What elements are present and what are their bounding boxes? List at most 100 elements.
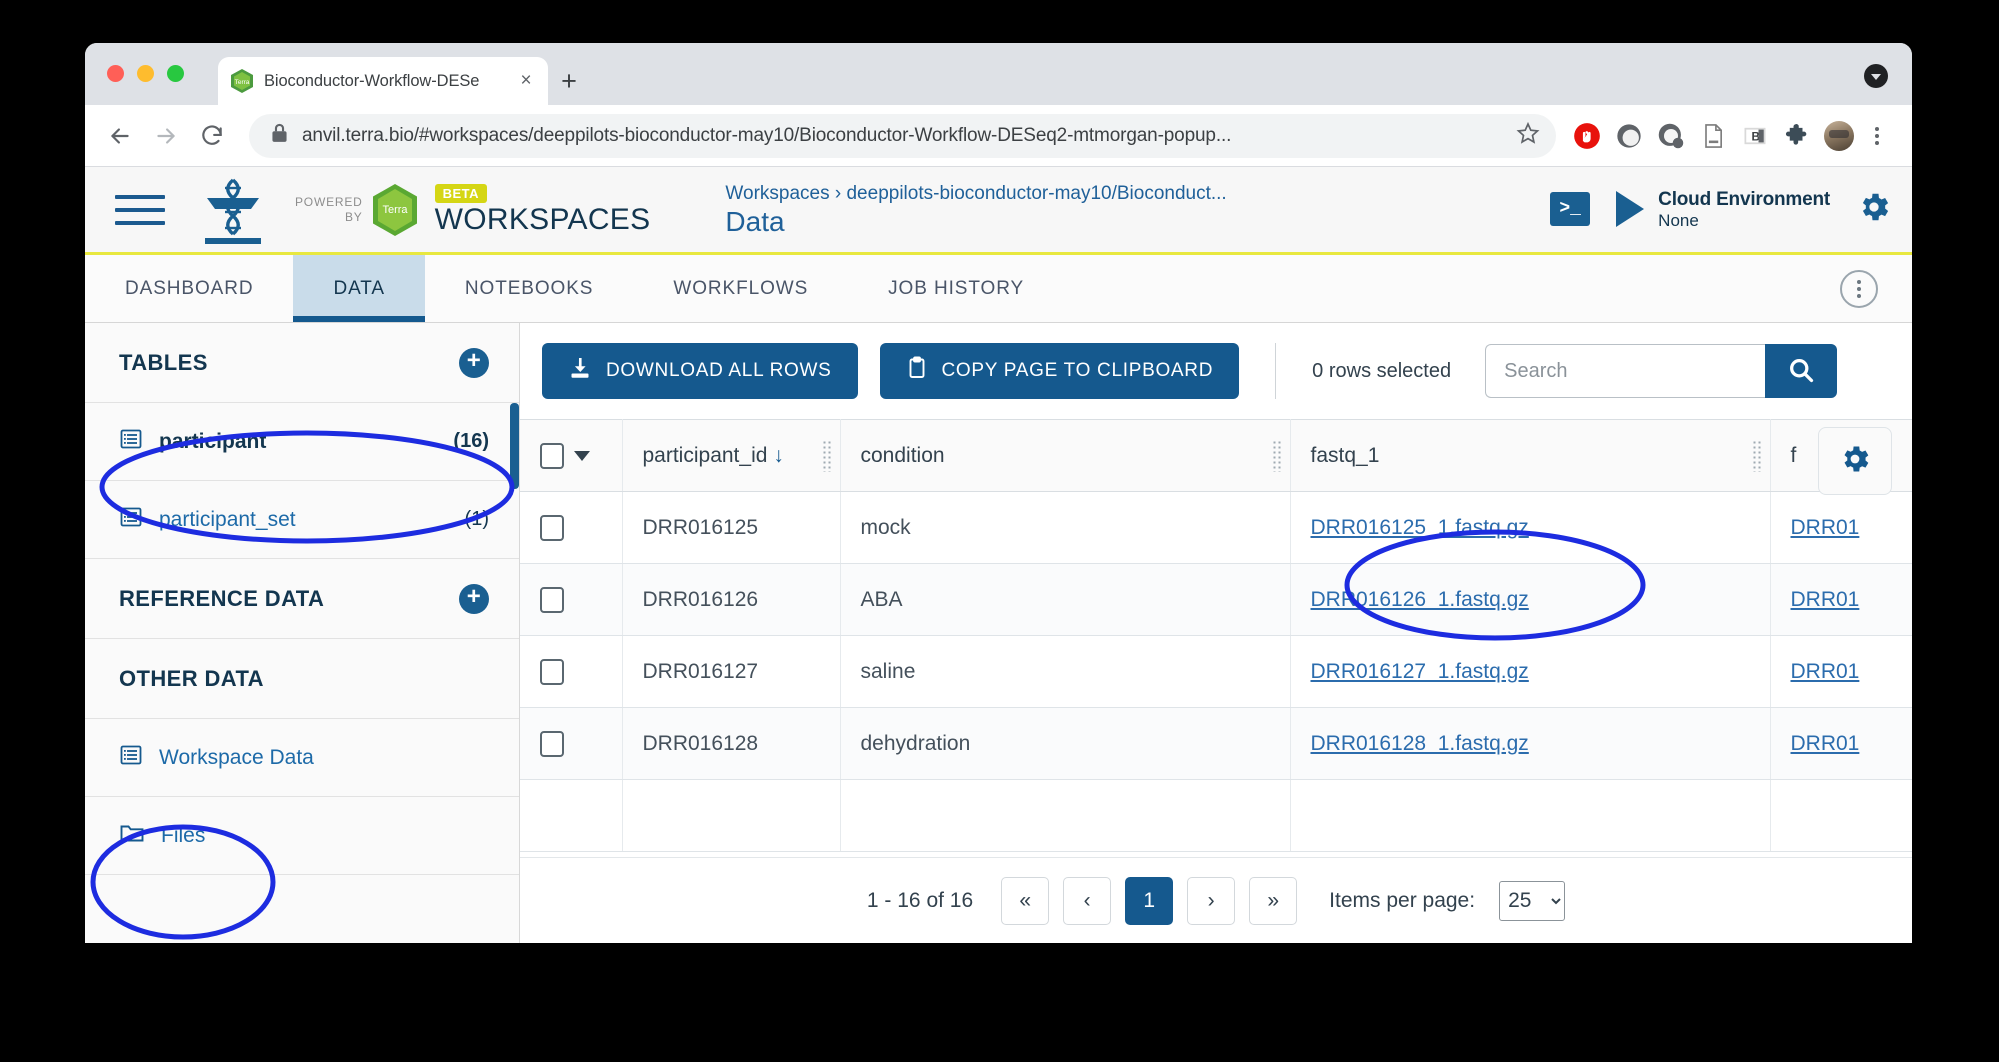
search-input[interactable] [1485,344,1766,398]
column-header-fastq-1[interactable]: fastq_1 [1290,419,1771,492]
sort-desc-icon[interactable]: ↓ [773,444,784,467]
anvil-terra-brand[interactable]: POWERED BY Terra [185,174,419,246]
avatar [1824,120,1854,151]
fastq-2-link[interactable]: DRR01 [1791,588,1860,611]
fastq-2-link[interactable]: DRR01 [1791,516,1860,539]
row-select-cell[interactable] [520,707,623,780]
row-checkbox[interactable] [540,586,564,613]
page-extension-icon[interactable] [1694,117,1732,155]
fastq-1-link[interactable]: DRR016125_1.fastq.gz [1311,516,1529,539]
window-traffic-lights [107,65,184,82]
cell-condition: saline [840,635,1291,708]
column-header-condition[interactable]: condition [840,419,1291,492]
terminal-icon[interactable]: >_ [1550,192,1591,227]
sidebar-section-tables: TABLES + [85,323,519,403]
adblock-extension-icon[interactable] [1568,117,1606,155]
table-row[interactable]: DRR016126 ABA DRR016126_1.fastq.gz DRR01 [520,563,1912,636]
sidebar-scrollbar[interactable] [510,403,519,489]
table-header-row: participant_id ↓ condition fastq_1 f [520,419,1912,492]
table-row[interactable]: DRR016125 mock DRR016125_1.fastq.gz DRR0… [520,491,1912,564]
sidebar-item-participant[interactable]: participant (16) [85,403,519,481]
close-window-button[interactable] [107,65,124,82]
app-title: WORKSPACES [434,203,651,236]
items-per-page-select[interactable]: 102550100 [1499,880,1566,921]
sidebar-item-participant-set[interactable]: participant_set (1) [85,481,519,559]
column-settings-button[interactable] [1818,427,1892,495]
table-row[interactable]: DRR016128 dehydration DRR016128_1.fastq.… [520,707,1912,780]
row-checkbox[interactable] [540,514,564,541]
tab-job-history[interactable]: JOB HISTORY [848,255,1064,322]
cell-participant-id: DRR016126 [622,563,841,636]
puzzle-extension-icon[interactable] [1778,117,1816,155]
search-button[interactable] [1765,344,1838,398]
breadcrumb-block: Workspaces › deeppilots-bioconductor-may… [725,183,1550,236]
minimize-window-button[interactable] [137,65,154,82]
select-all-checkbox[interactable] [540,442,564,469]
fastq-1-link[interactable]: DRR016127_1.fastq.gz [1311,660,1529,683]
table-row[interactable]: DRR016127 saline DRR016127_1.fastq.gz DR… [520,635,1912,708]
prev-page-button[interactable]: ‹ [1063,876,1112,925]
copy-page-to-clipboard-button[interactable]: COPY PAGE TO CLIPBOARD [879,343,1240,399]
back-arrow-icon[interactable] [99,115,141,157]
more-options-icon[interactable] [1840,269,1878,308]
breadcrumb[interactable]: Workspaces › deeppilots-bioconductor-may… [725,183,1550,205]
fastq-1-link[interactable]: DRR016126_1.fastq.gz [1311,588,1529,611]
table-row-partial[interactable] [520,779,1912,852]
last-page-button[interactable]: » [1249,876,1298,925]
gear-icon[interactable] [1856,189,1892,230]
fastq-1-link[interactable]: DRR016128_1.fastq.gz [1311,732,1529,755]
cell-fastq-2: DRR01 [1770,491,1912,564]
add-table-button[interactable]: + [459,347,489,378]
sidebar-item-count: (16) [453,430,489,452]
profile-avatar-icon[interactable] [1820,117,1858,155]
row-select-cell[interactable] [520,491,623,564]
column-resize-handle[interactable] [1751,439,1762,472]
download-all-rows-button[interactable]: DOWNLOAD ALL ROWS [542,343,858,399]
tab-search-icon[interactable] [1864,64,1888,88]
tab-notebooks[interactable]: NOTEBOOKS [425,255,633,322]
chrome-menu-icon[interactable] [1862,117,1892,155]
forward-arrow-icon[interactable] [145,115,187,157]
svg-text:Terra: Terra [382,204,408,216]
browser-tab[interactable]: Terra Bioconductor-Workflow-DESe × [218,57,548,105]
circle-badge-extension-icon[interactable] [1652,117,1690,155]
circle-extension-icon[interactable] [1610,117,1648,155]
page-number-button[interactable]: 1 [1125,876,1174,925]
row-checkbox[interactable] [540,730,564,757]
bitwarden-extension-icon[interactable]: B [1736,117,1774,155]
cloud-environment-button[interactable]: Cloud Environment None [1616,189,1830,230]
browser-address-bar: anvil.terra.bio/#workspaces/deeppilots-b… [85,105,1912,167]
row-select-cell[interactable] [520,779,623,852]
column-header-participant-id[interactable]: participant_id ↓ [622,419,841,492]
next-page-button[interactable]: › [1187,876,1236,925]
sidebar-item-label: Workspace Data [159,745,314,769]
menu-icon[interactable] [109,186,165,234]
cell-fastq-2 [1770,779,1912,852]
row-select-cell[interactable] [520,635,623,708]
maximize-window-button[interactable] [167,65,184,82]
tab-dashboard[interactable]: DASHBOARD [85,255,293,322]
sidebar-item-workspace-data[interactable]: Workspace Data [85,719,519,797]
column-resize-handle[interactable] [821,439,832,472]
tab-data[interactable]: DATA [293,255,426,322]
fastq-2-link[interactable]: DRR01 [1791,660,1860,683]
pagination-range: 1 - 16 of 16 [866,888,974,912]
select-all-header[interactable] [520,419,623,492]
row-select-cell[interactable] [520,563,623,636]
row-checkbox[interactable] [540,658,564,685]
sidebar-item-files[interactable]: Files [85,797,519,875]
url-omnibox[interactable]: anvil.terra.bio/#workspaces/deeppilots-b… [249,113,1556,158]
first-page-button[interactable]: « [1001,876,1050,925]
new-tab-button[interactable]: + [548,60,590,102]
tab-workflows[interactable]: WORKFLOWS [633,255,848,322]
svg-text:Terra: Terra [235,79,250,86]
reload-icon[interactable] [191,115,233,157]
powered-by-line2: BY [345,209,363,224]
close-icon[interactable]: × [516,70,536,92]
fastq-2-link[interactable]: DRR01 [1791,732,1860,755]
star-icon[interactable] [1516,121,1540,150]
add-reference-data-button[interactable]: + [459,583,489,614]
column-header-label: participant_id [642,443,768,467]
chevron-down-icon[interactable] [574,450,590,461]
column-resize-handle[interactable] [1271,439,1282,472]
